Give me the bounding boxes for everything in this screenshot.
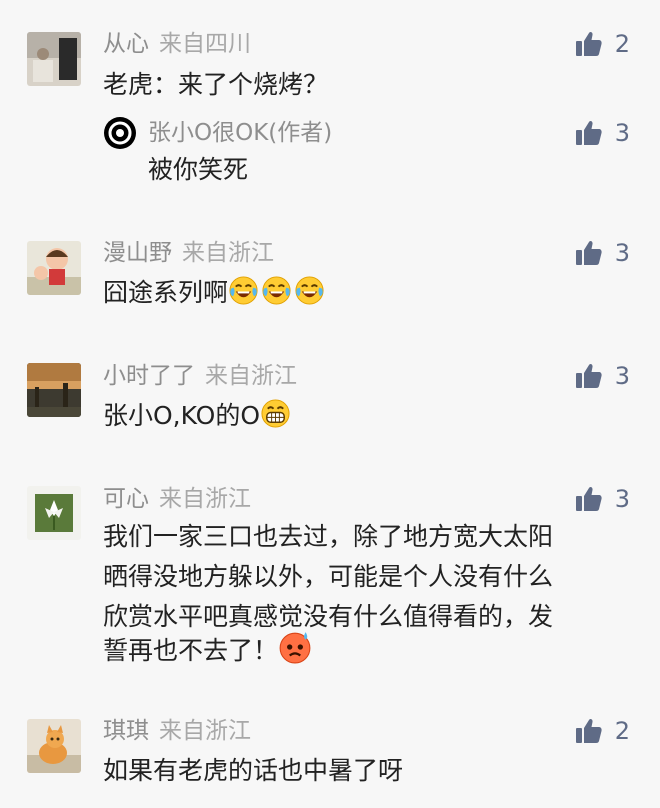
reply-text: 被你笑死 bbox=[148, 155, 249, 184]
comment-body: 张小O,KO的O bbox=[103, 397, 643, 435]
grinning-emoji bbox=[260, 398, 291, 429]
like-button[interactable]: 2 bbox=[575, 29, 630, 59]
like-count: 2 bbox=[614, 30, 630, 58]
username[interactable]: 漫山野 bbox=[103, 240, 172, 266]
comment-meta: 小时了了 来自浙江 bbox=[103, 361, 297, 391]
comment-body: 囧途系列啊 bbox=[103, 274, 643, 312]
laughing-crying-emoji bbox=[261, 275, 292, 306]
reply-username[interactable]: 张小O很OK(作者) bbox=[148, 118, 332, 148]
avatar[interactable] bbox=[27, 719, 81, 773]
thumbs-up-icon bbox=[575, 717, 603, 745]
thumbs-up-icon bbox=[575, 30, 603, 58]
laughing-crying-emoji bbox=[228, 275, 259, 306]
like-count: 3 bbox=[614, 239, 630, 267]
thumbs-up-icon bbox=[575, 239, 603, 267]
avatar[interactable] bbox=[27, 32, 81, 86]
location-label: 来自四川 bbox=[159, 31, 251, 57]
like-button[interactable]: 2 bbox=[575, 716, 630, 746]
laughing-crying-emoji bbox=[294, 275, 325, 306]
author-avatar[interactable] bbox=[103, 116, 137, 150]
comment-text-line: 晒得没地方躲以外，可能是个人没有什么 bbox=[103, 562, 554, 591]
username[interactable]: 琪琪 bbox=[103, 718, 149, 744]
username[interactable]: 从心 bbox=[103, 31, 149, 57]
thumbs-up-icon bbox=[575, 119, 603, 147]
reply-like-button[interactable]: 3 bbox=[575, 118, 630, 148]
username[interactable]: 小时了了 bbox=[103, 363, 195, 389]
location-label: 来自浙江 bbox=[159, 718, 251, 744]
like-button[interactable]: 3 bbox=[575, 238, 630, 268]
comment-text: 张小O,KO的O bbox=[103, 401, 261, 430]
comment-meta: 琪琪 来自浙江 bbox=[103, 716, 251, 746]
avatar[interactable] bbox=[27, 486, 81, 540]
comment-meta: 从心 来自四川 bbox=[103, 29, 251, 59]
comment-meta: 漫山野 来自浙江 bbox=[103, 238, 274, 268]
comment-text-line: 誓再也不去了！ bbox=[103, 636, 279, 665]
angry-sweat-emoji bbox=[278, 630, 312, 664]
like-count: 2 bbox=[614, 717, 630, 745]
location-label: 来自浙江 bbox=[159, 486, 251, 512]
like-count: 3 bbox=[614, 485, 630, 513]
comment-meta: 可心 来自浙江 bbox=[103, 484, 251, 514]
comment-text: 老虎：来了个烧烤？ bbox=[103, 70, 329, 99]
location-label: 来自浙江 bbox=[182, 240, 274, 266]
username[interactable]: 可心 bbox=[103, 486, 149, 512]
comment-body-last: 誓再也不去了！ bbox=[103, 630, 643, 670]
like-button[interactable]: 3 bbox=[575, 361, 630, 391]
comment-text: 如果有老虎的话也中暑了呀 bbox=[103, 756, 404, 785]
avatar[interactable] bbox=[27, 363, 81, 417]
thumbs-up-icon bbox=[575, 485, 603, 513]
comment-text: 囧途系列啊 bbox=[103, 278, 229, 307]
thumbs-up-icon bbox=[575, 362, 603, 390]
like-count: 3 bbox=[614, 119, 630, 147]
avatar[interactable] bbox=[27, 241, 81, 295]
location-label: 来自浙江 bbox=[205, 363, 297, 389]
like-count: 3 bbox=[614, 362, 630, 390]
like-button[interactable]: 3 bbox=[575, 484, 630, 514]
comment-text-line: 我们一家三口也去过，除了地方宽大太阳 bbox=[103, 522, 554, 551]
